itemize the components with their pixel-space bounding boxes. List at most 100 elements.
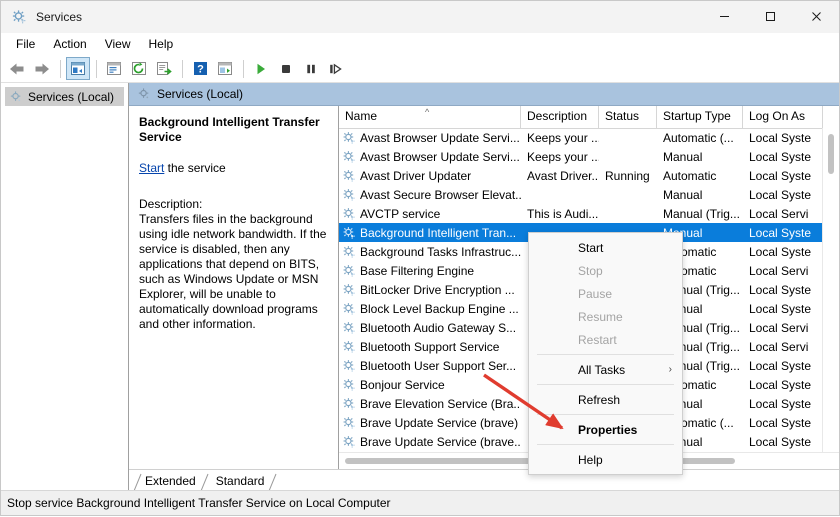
service-name-label: Base Filtering Engine	[360, 263, 475, 278]
column-header-status[interactable]: Status	[599, 106, 657, 128]
tab-extended[interactable]: Extended	[133, 473, 209, 490]
properties-icon[interactable]	[102, 57, 126, 80]
cell-log-on-as: Local Servi	[749, 263, 809, 278]
list-column-headers: Name ^ Description Status Startup Type L…	[339, 106, 839, 129]
cell-log-on-as: Local Syste	[749, 282, 812, 297]
service-gear-icon	[342, 397, 356, 411]
column-header-startup-type[interactable]: Startup Type	[657, 106, 743, 128]
menu-file[interactable]: File	[7, 34, 44, 54]
cell-service-name: Avast Driver Updater	[339, 169, 521, 183]
table-row[interactable]: Avast Secure Browser Elevat... Manual Loca…	[339, 185, 839, 204]
export-list-icon[interactable]	[152, 57, 176, 80]
service-name-label: Background Tasks Infrastruc...	[360, 244, 521, 259]
cell-startup-type: Automatic (...	[663, 130, 734, 145]
pane-header: Services (Local)	[129, 83, 839, 106]
context-menu-item-label: Help	[578, 452, 603, 467]
main-content: Services (Local) Services (Local) Backgr…	[1, 83, 839, 490]
cell-log-on-as: Local Syste	[749, 187, 812, 202]
cell-startup-type: Manual	[663, 149, 703, 164]
pause-service-icon[interactable]	[299, 57, 323, 80]
context-menu-item-stop: Stop	[529, 259, 682, 282]
cell-description: Avast Driver...	[527, 168, 599, 183]
cell-service-name: Bluetooth User Support Ser...	[339, 359, 521, 373]
refresh-icon[interactable]	[127, 57, 151, 80]
detail-description-label: Description:	[139, 197, 203, 211]
start-service-icon[interactable]	[249, 57, 273, 80]
start-service-link[interactable]: Start	[139, 161, 164, 175]
table-row[interactable]: Avast Driver Updater Avast Driver... Runni…	[339, 166, 839, 185]
service-gear-icon	[342, 226, 356, 240]
vertical-scrollbar-thumb[interactable]	[828, 134, 834, 174]
vertical-scrollbar[interactable]	[822, 128, 839, 453]
column-header-name[interactable]: Name ^	[339, 106, 521, 128]
service-name-label: Brave Update Service (brave...	[360, 434, 521, 449]
service-name-label: Bluetooth Support Service	[360, 339, 500, 354]
detail-description-text: Transfers files in the background using …	[139, 212, 327, 331]
stop-service-icon[interactable]	[274, 57, 298, 80]
cell-service-name: Brave Update Service (brave)	[339, 416, 521, 430]
cell-service-name: Avast Browser Update Servi...	[339, 131, 521, 145]
service-gear-icon	[342, 416, 356, 430]
context-menu-item-help[interactable]: Help	[529, 448, 682, 471]
help-icon[interactable]: ?	[188, 57, 212, 80]
maximize-button[interactable]	[747, 1, 793, 32]
context-menu-item-label: All Tasks	[578, 362, 626, 377]
close-button[interactable]	[793, 1, 839, 32]
context-menu-separator	[537, 354, 674, 355]
status-bar: Stop service Background Intelligent Tran…	[1, 490, 839, 515]
forward-icon[interactable]	[30, 57, 54, 80]
table-row[interactable]: AVCTP service This is Audi... Manual (Trig…	[339, 204, 839, 223]
cell-description: This is Audi...	[527, 206, 599, 221]
service-name-label: AVCTP service	[360, 206, 441, 221]
cell-service-name: Block Level Backup Engine ...	[339, 302, 521, 316]
cell-service-name: Avast Browser Update Servi...	[339, 150, 521, 164]
service-gear-icon	[342, 264, 356, 278]
menu-help[interactable]: Help	[140, 34, 183, 54]
context-menu-item-label: Pause	[578, 286, 613, 301]
services-window: Services File Action View Help ? Service…	[0, 0, 840, 516]
service-gear-icon	[342, 359, 356, 373]
cell-service-name: Bonjour Service	[339, 378, 521, 392]
show-action-pane-icon[interactable]	[213, 57, 237, 80]
back-icon[interactable]	[5, 57, 29, 80]
cell-log-on-as: Local Syste	[749, 244, 812, 259]
context-menu-item-restart: Restart	[529, 328, 682, 351]
show-hide-tree-icon[interactable]	[66, 57, 90, 80]
cell-log-on-as: Local Syste	[749, 415, 812, 430]
context-menu-item-label: Resume	[578, 309, 623, 324]
service-gear-icon	[342, 169, 356, 183]
column-header-description[interactable]: Description	[521, 106, 599, 128]
right-pane: Services (Local) Background Intelligent …	[129, 83, 839, 490]
tree-item-label: Services (Local)	[28, 89, 115, 104]
tab-standard[interactable]: Standard	[206, 473, 277, 490]
context-menu-item-label: Restart	[578, 332, 617, 347]
table-row[interactable]: Avast Browser Update Servi... Keeps your …	[339, 147, 839, 166]
cell-log-on-as: Local Syste	[749, 396, 812, 411]
cell-log-on-as: Local Syste	[749, 225, 812, 240]
table-row[interactable]: Avast Browser Update Servi... Keeps your …	[339, 128, 839, 147]
context-menu-item-all-tasks[interactable]: All Tasks ›	[529, 358, 682, 381]
cell-log-on-as: Local Syste	[749, 434, 812, 449]
menu-bar: File Action View Help	[1, 33, 839, 55]
context-menu-item-properties[interactable]: Properties	[529, 418, 682, 441]
context-menu-item-refresh[interactable]: Refresh	[529, 388, 682, 411]
context-menu-item-start[interactable]: Start	[529, 236, 682, 259]
toolbar: ?	[1, 55, 839, 83]
services-gear-icon	[137, 87, 151, 101]
cell-service-name: Base Filtering Engine	[339, 264, 521, 278]
menu-view[interactable]: View	[96, 34, 140, 54]
menu-action[interactable]: Action	[44, 34, 95, 54]
detail-service-title: Background Intelligent Transfer Service	[139, 115, 320, 144]
minimize-button[interactable]	[701, 1, 747, 32]
services-gear-icon	[9, 90, 23, 104]
context-menu-item-pause: Pause	[529, 282, 682, 305]
cell-description: Keeps your ...	[527, 149, 599, 164]
cell-log-on-as: Local Servi	[749, 206, 809, 221]
column-header-log-on-as[interactable]: Log On As	[743, 106, 823, 128]
services-gear-icon	[11, 9, 27, 25]
cell-log-on-as: Local Syste	[749, 130, 812, 145]
context-menu-item-label: Properties	[578, 422, 638, 437]
view-tabs: Extended Standard	[129, 469, 839, 490]
restart-service-icon[interactable]	[324, 57, 348, 80]
tree-item-services-local[interactable]: Services (Local)	[5, 87, 124, 106]
